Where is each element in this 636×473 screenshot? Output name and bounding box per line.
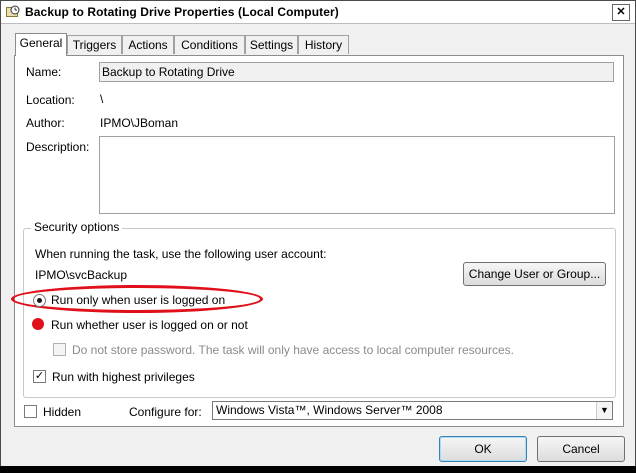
account-value: IPMO\svcBackup xyxy=(35,268,128,282)
name-label: Name: xyxy=(26,65,62,79)
configure-for-value: Windows Vista™, Windows Server™ 2008 xyxy=(216,403,443,417)
location-value: \ xyxy=(100,92,104,106)
author-label: Author: xyxy=(26,116,65,130)
close-button[interactable]: ✕ xyxy=(612,4,630,21)
tab-history[interactable]: History xyxy=(298,35,349,54)
highest-privileges-label[interactable]: Run with highest privileges xyxy=(52,370,195,384)
security-options-legend: Security options xyxy=(31,220,123,234)
location-label: Location: xyxy=(26,93,75,107)
hidden-label[interactable]: Hidden xyxy=(43,405,81,419)
window-title: Backup to Rotating Drive Properties (Loc… xyxy=(25,5,339,19)
close-icon: ✕ xyxy=(616,6,626,18)
configure-for-select[interactable]: Windows Vista™, Windows Server™ 2008 ▼ xyxy=(212,401,613,420)
name-field[interactable]: Backup to Rotating Drive xyxy=(99,62,614,82)
change-user-group-button[interactable]: Change User or Group... xyxy=(463,262,606,286)
radio-selected-dot xyxy=(37,298,42,303)
dropdown-arrow-icon[interactable]: ▼ xyxy=(596,402,612,419)
configure-for-label: Configure for: xyxy=(129,405,202,419)
cancel-button[interactable]: Cancel xyxy=(537,436,625,462)
tab-triggers[interactable]: Triggers xyxy=(67,35,122,54)
checkmark-icon: ✓ xyxy=(34,370,45,382)
account-prompt: When running the task, use the following… xyxy=(35,247,327,261)
title-bar: Backup to Rotating Drive Properties (Loc… xyxy=(1,1,635,24)
radio-whether-logged-on-label[interactable]: Run whether user is logged on or not xyxy=(51,318,248,332)
properties-dialog: Backup to Rotating Drive Properties (Loc… xyxy=(0,0,636,473)
description-label: Description: xyxy=(26,140,90,154)
no-store-password-label: Do not store password. The task will onl… xyxy=(72,343,514,357)
no-store-password-checkbox[interactable] xyxy=(53,343,66,356)
tab-settings[interactable]: Settings xyxy=(245,35,298,54)
hidden-checkbox[interactable] xyxy=(24,405,37,418)
radio-logged-on-label[interactable]: Run only when user is logged on xyxy=(51,293,225,307)
ok-button[interactable]: OK xyxy=(439,436,527,462)
tab-actions[interactable]: Actions xyxy=(122,35,174,54)
description-field[interactable] xyxy=(99,136,615,214)
highest-privileges-checkbox[interactable]: ✓ xyxy=(33,370,46,383)
radio-whether-logged-on[interactable] xyxy=(32,318,44,330)
tab-conditions[interactable]: Conditions xyxy=(174,35,245,54)
author-value: IPMO\JBoman xyxy=(100,116,179,130)
radio-logged-on[interactable] xyxy=(33,294,46,307)
background-strip xyxy=(0,466,636,473)
task-clock-icon xyxy=(6,5,20,17)
tab-general[interactable]: General xyxy=(15,33,67,56)
